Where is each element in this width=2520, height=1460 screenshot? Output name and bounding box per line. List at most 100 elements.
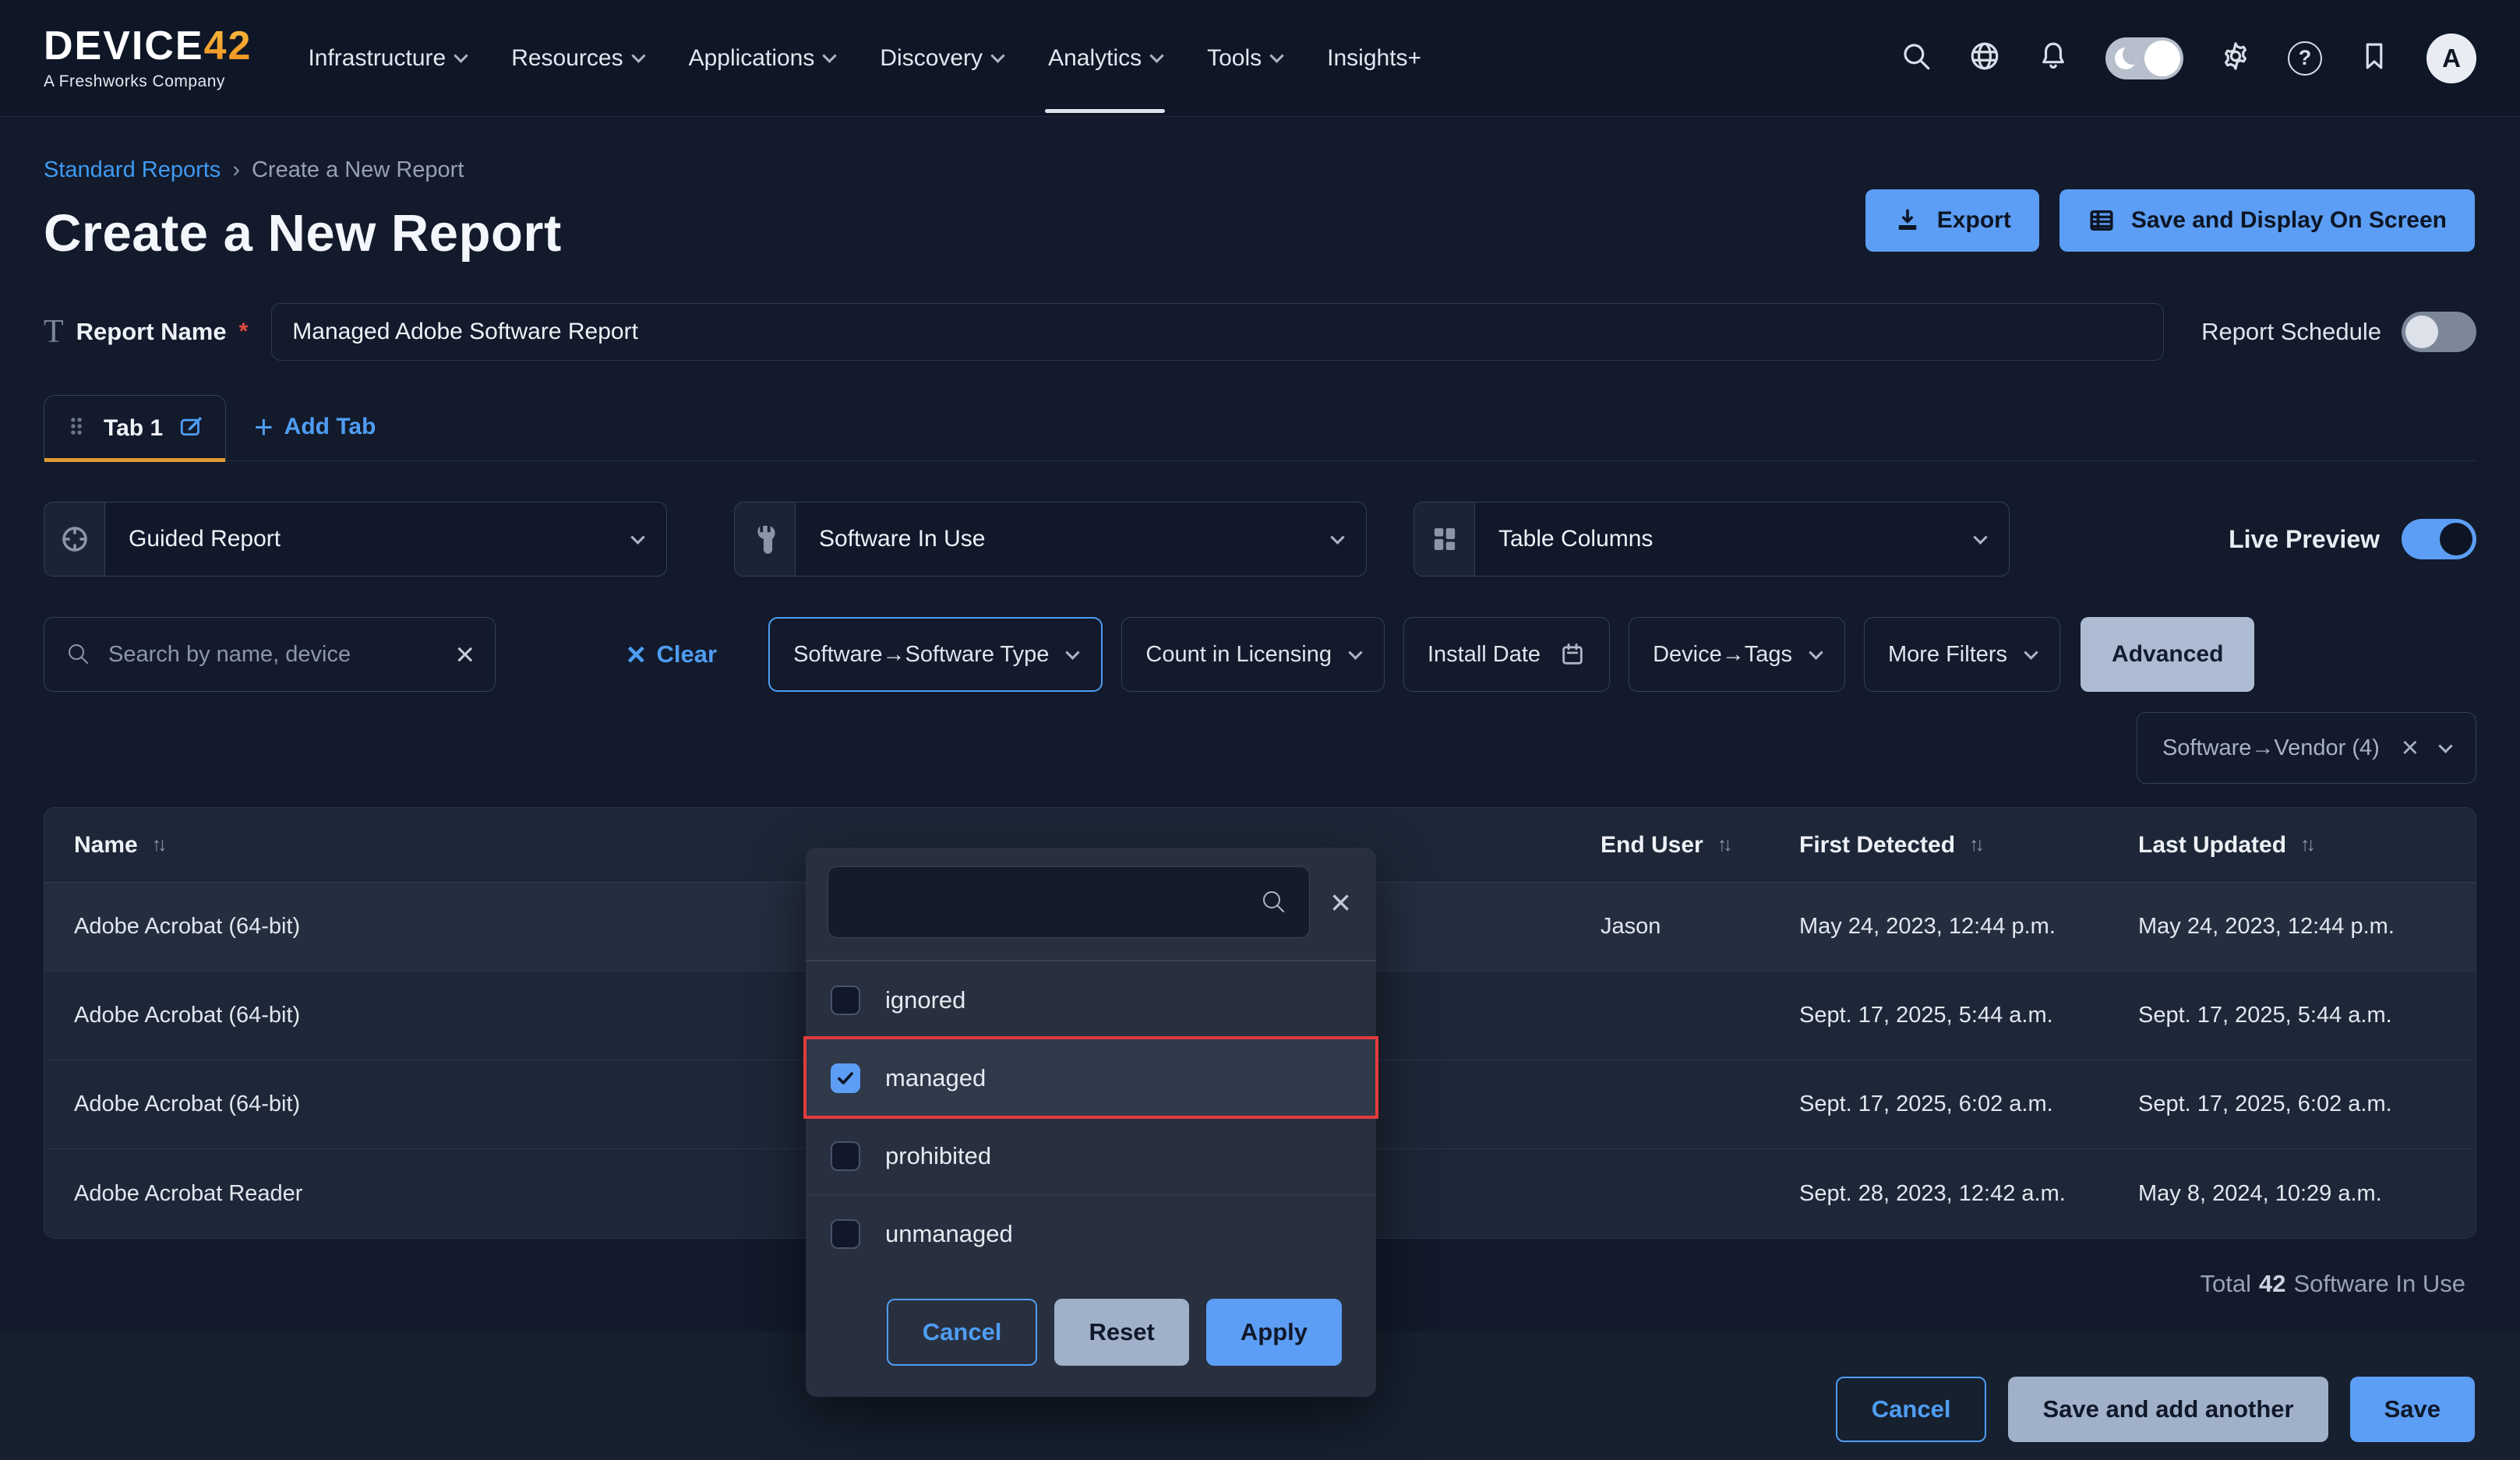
search-input[interactable] bbox=[108, 642, 439, 668]
save-and-add-another-button[interactable]: Save and add another bbox=[2008, 1377, 2328, 1442]
cancel-button[interactable]: Cancel bbox=[1836, 1377, 1987, 1442]
chevron-down-icon bbox=[1330, 530, 1344, 544]
live-preview-toggle[interactable] bbox=[2402, 519, 2476, 559]
add-tab-button[interactable]: + Add Tab bbox=[254, 411, 376, 443]
dropdown-search-row: × bbox=[806, 848, 1376, 961]
selector-row: Guided Report Software In Use Table Colu… bbox=[44, 502, 2476, 577]
object-select[interactable]: Software In Use bbox=[734, 502, 1367, 577]
chevron-down-icon bbox=[2438, 739, 2452, 753]
sort-icon: ↑↓ bbox=[1969, 834, 1981, 856]
option-prohibited[interactable]: prohibited bbox=[806, 1116, 1376, 1194]
nav-tools[interactable]: Tools bbox=[1207, 0, 1282, 116]
chevron-down-icon bbox=[1066, 645, 1080, 659]
save-button[interactable]: Save bbox=[2350, 1377, 2475, 1442]
checkbox-unchecked[interactable] bbox=[831, 986, 860, 1015]
brand-42: 42 bbox=[204, 23, 252, 69]
column-header-first-detected[interactable]: First Detected↑↓ bbox=[1799, 832, 2138, 859]
columns-select[interactable]: Table Columns bbox=[1414, 502, 2010, 577]
dropdown-search-input[interactable] bbox=[849, 890, 1259, 915]
applied-filters-row: Software→Vendor (4) × bbox=[44, 712, 2476, 784]
nav-discovery[interactable]: Discovery bbox=[880, 0, 1003, 116]
column-header-end-user[interactable]: End User↑↓ bbox=[1601, 832, 1799, 859]
option-managed[interactable]: managed bbox=[806, 1039, 1376, 1116]
remove-filter-icon[interactable]: × bbox=[2402, 733, 2419, 763]
breadcrumb-separator: › bbox=[232, 157, 240, 183]
text-type-icon: T bbox=[44, 313, 64, 351]
filter-device-tags[interactable]: Device→Tags bbox=[1629, 617, 1845, 692]
tab-1-label: Tab 1 bbox=[104, 415, 163, 442]
clear-filters-button[interactable]: × Clear bbox=[626, 638, 717, 671]
chevron-down-icon bbox=[1973, 530, 1987, 544]
report-name-label: T Report Name * bbox=[44, 313, 248, 351]
chevron-down-icon bbox=[631, 48, 645, 62]
close-dropdown-icon[interactable]: × bbox=[1330, 884, 1351, 920]
dropdown-reset-button[interactable]: Reset bbox=[1054, 1299, 1188, 1366]
clear-search-icon[interactable]: × bbox=[455, 638, 475, 671]
notifications-bell-icon[interactable] bbox=[2037, 40, 2070, 76]
chevron-down-icon bbox=[454, 48, 468, 62]
nav-applications[interactable]: Applications bbox=[689, 0, 835, 116]
save-and-display-button[interactable]: Save and Display On Screen bbox=[2059, 189, 2475, 252]
bookmark-icon[interactable] bbox=[2358, 40, 2391, 76]
theme-toggle-knob bbox=[2144, 41, 2180, 76]
tab-1[interactable]: Tab 1 bbox=[44, 395, 226, 460]
filter-install-date[interactable]: Install Date bbox=[1403, 617, 1610, 692]
dropdown-cancel-button[interactable]: Cancel bbox=[887, 1299, 1038, 1366]
sort-icon: ↑↓ bbox=[1717, 834, 1729, 856]
help-icon[interactable]: ? bbox=[2288, 41, 2322, 76]
checkbox-checked[interactable] bbox=[831, 1063, 860, 1093]
dropdown-apply-button[interactable]: Apply bbox=[1206, 1299, 1342, 1366]
filter-more-filters[interactable]: More Filters bbox=[1864, 617, 2060, 692]
report-schedule: Report Schedule bbox=[2201, 312, 2476, 352]
advanced-button[interactable]: Advanced bbox=[2081, 617, 2254, 692]
report-schedule-toggle[interactable] bbox=[2402, 312, 2476, 352]
breadcrumb-standard-reports[interactable]: Standard Reports bbox=[44, 157, 221, 183]
software-type-dropdown-panel: × ignored managed prohibited unmanaged C… bbox=[806, 848, 1376, 1397]
column-header-last-updated[interactable]: Last Updated↑↓ bbox=[2138, 832, 2446, 859]
plus-icon: + bbox=[254, 411, 274, 443]
clear-x-icon: × bbox=[626, 638, 646, 671]
filter-software-type[interactable]: Software→Software Type bbox=[768, 617, 1103, 692]
report-type-select[interactable]: Guided Report bbox=[44, 502, 667, 577]
edit-tab-icon[interactable] bbox=[178, 413, 205, 443]
avatar[interactable]: A bbox=[2426, 34, 2476, 83]
search-icon[interactable] bbox=[1900, 40, 1932, 76]
drag-handle-icon[interactable] bbox=[65, 414, 88, 442]
live-preview: Live Preview bbox=[2229, 519, 2476, 559]
nav-resources[interactable]: Resources bbox=[511, 0, 643, 116]
chevron-down-icon bbox=[1269, 48, 1283, 62]
report-name-input[interactable] bbox=[271, 303, 2164, 361]
chevron-down-icon bbox=[823, 48, 837, 62]
brand-subtitle: A Freshworks Company bbox=[44, 72, 252, 91]
option-ignored[interactable]: ignored bbox=[806, 961, 1376, 1039]
breadcrumb-current: Create a New Report bbox=[252, 157, 464, 183]
search-icon bbox=[65, 640, 93, 668]
filter-count-in-licensing[interactable]: Count in Licensing bbox=[1121, 617, 1385, 692]
dropdown-search-box bbox=[828, 866, 1310, 938]
brand-name: DEVICE42 bbox=[44, 26, 252, 66]
checkbox-unchecked[interactable] bbox=[831, 1219, 860, 1249]
checkbox-unchecked[interactable] bbox=[831, 1141, 860, 1171]
download-icon bbox=[1894, 206, 1922, 235]
nav-infrastructure[interactable]: Infrastructure bbox=[308, 0, 466, 116]
chevron-down-icon bbox=[1149, 48, 1163, 62]
globe-icon[interactable] bbox=[1968, 40, 2001, 76]
device42-logo[interactable]: DEVICE42 A Freshworks Company bbox=[44, 26, 252, 91]
nav-insights-plus[interactable]: Insights+ bbox=[1327, 0, 1421, 116]
header-actions: Export Save and Display On Screen bbox=[1865, 189, 2475, 252]
sort-icon: ↑↓ bbox=[2300, 834, 2312, 856]
nav-analytics[interactable]: Analytics bbox=[1048, 0, 1162, 116]
theme-toggle[interactable] bbox=[2105, 37, 2183, 79]
required-asterisk: * bbox=[239, 319, 249, 345]
dropdown-actions: Cancel Reset Apply bbox=[806, 1272, 1376, 1397]
main-content: Standard Reports › Create a New Report C… bbox=[0, 157, 2520, 1335]
report-name-row: T Report Name * Report Schedule bbox=[44, 303, 2476, 361]
top-bar: DEVICE42 A Freshworks Company Infrastruc… bbox=[0, 0, 2520, 117]
export-button[interactable]: Export bbox=[1865, 189, 2039, 252]
option-unmanaged[interactable]: unmanaged bbox=[806, 1194, 1376, 1272]
filter-software-vendor-chip[interactable]: Software→Vendor (4) × bbox=[2137, 712, 2476, 784]
toggle-knob bbox=[2440, 523, 2472, 555]
main-nav: Infrastructure Resources Applications Di… bbox=[308, 0, 1421, 116]
settings-gear-icon[interactable] bbox=[2219, 40, 2252, 76]
object-value: Software In Use bbox=[819, 526, 985, 552]
